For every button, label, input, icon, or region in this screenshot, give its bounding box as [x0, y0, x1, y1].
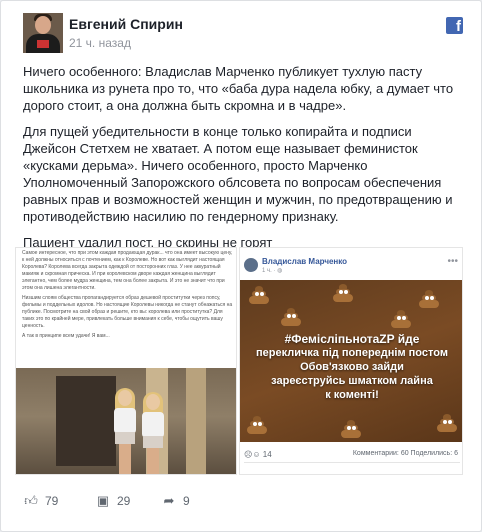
avatar-head: [35, 16, 51, 34]
more-options-icon: •••: [447, 256, 458, 267]
comment-count[interactable]: ▣ 29: [95, 491, 131, 511]
screenshot-paragraph: Низшим слоям общества пропагандируется о…: [22, 295, 233, 329]
share-count[interactable]: ➦ 9: [161, 491, 190, 511]
poop-emoji-banner: #ФемісліпьнотаZP йде перекличка під попе…: [240, 280, 462, 442]
embedded-avatar: [244, 258, 258, 272]
reaction-count: 14: [262, 450, 272, 459]
avatar[interactable]: [23, 13, 63, 53]
reaction-emoji-icon: ☹☺: [244, 450, 261, 459]
embedded-post-time: 1 ч. · ◍: [262, 268, 283, 274]
globe-icon: ◍: [277, 268, 283, 274]
post-header: Евгений Спирин 21 ч. назад f: [23, 13, 463, 53]
post-text: Ничего особенного: Владислав Марченко пу…: [23, 63, 463, 260]
comment-icon: ▣: [96, 493, 110, 508]
comment-count-value: 29: [117, 494, 131, 508]
poop-emoji-icon: [418, 290, 440, 308]
share-count-value: 9: [183, 494, 190, 508]
post-card: Евгений Спирин 21 ч. назад f Ничего особ…: [0, 0, 482, 532]
like-count-value: 79: [45, 494, 59, 508]
banner-hashtag-line: #ФемісліпьнотаZP йде: [284, 332, 420, 346]
woman-figure: [140, 392, 166, 474]
poop-emoji-icon: [390, 310, 412, 328]
doorway-shape: [56, 376, 116, 466]
embedded-author-name: Владислав Марченко: [262, 257, 348, 266]
post-paragraph: Ничего особенного: Владислав Марченко пу…: [23, 64, 454, 113]
banner-text: #ФемісліпьнотаZP йде перекличка під попе…: [246, 332, 458, 402]
divider: [244, 462, 460, 463]
screenshot-image-left[interactable]: Самое интересное, что при этом каждая пр…: [15, 247, 237, 475]
like-icon: 👍︎: [24, 493, 38, 508]
banner-line: к коменті!: [325, 389, 379, 401]
screenshot-paragraph: Самое интересное, что при этом каждая пр…: [22, 250, 233, 291]
screenshot-text: Самое интересное, что при этом каждая пр…: [22, 250, 234, 340]
banner-line: зареєструйсь шматком лайна: [271, 375, 433, 387]
avatar-shirt-print: [37, 40, 49, 48]
column-shape: [186, 368, 206, 474]
woman-figure: [112, 388, 138, 474]
post-time[interactable]: 21 ч. назад: [69, 36, 131, 50]
facebook-icon[interactable]: f: [446, 17, 463, 34]
post-footer: 👍︎ 79 ▣ 29 ➦ 9: [23, 491, 463, 515]
screenshot-paragraph: А так в принципе всем удачи! Я вам...: [22, 333, 110, 339]
embedded-comment-count: Комментарии: 60 Поделились: 6: [352, 450, 458, 457]
screenshot-image-right[interactable]: Владислав Марченко 1 ч. · ◍ ••• #Феміслі…: [239, 247, 463, 475]
like-count[interactable]: 👍︎ 79: [23, 491, 58, 511]
poop-emoji-icon: [246, 416, 268, 434]
banner-line: Обов'язково зайди: [300, 361, 404, 373]
poop-emoji-icon: [248, 286, 270, 304]
share-icon: ➦: [163, 493, 175, 508]
banner-line: перекличка під попереднім постом: [256, 347, 448, 359]
street-photo: [16, 368, 236, 474]
post-paragraph: Для пущей убедительности в конце только …: [23, 124, 453, 224]
embedded-post-header: Владислав Марченко 1 ч. · ◍ •••: [240, 248, 462, 280]
embedded-post-footer: ☹☺ 14 Комментарии: 60 Поделились: 6: [240, 444, 462, 474]
author-name[interactable]: Евгений Спирин: [69, 16, 183, 32]
poop-emoji-icon: [436, 414, 458, 432]
poop-emoji-icon: [340, 420, 362, 438]
poop-emoji-icon: [332, 284, 354, 302]
embedded-reactions: ☹☺ 14: [244, 450, 272, 459]
poop-emoji-icon: [280, 308, 302, 326]
